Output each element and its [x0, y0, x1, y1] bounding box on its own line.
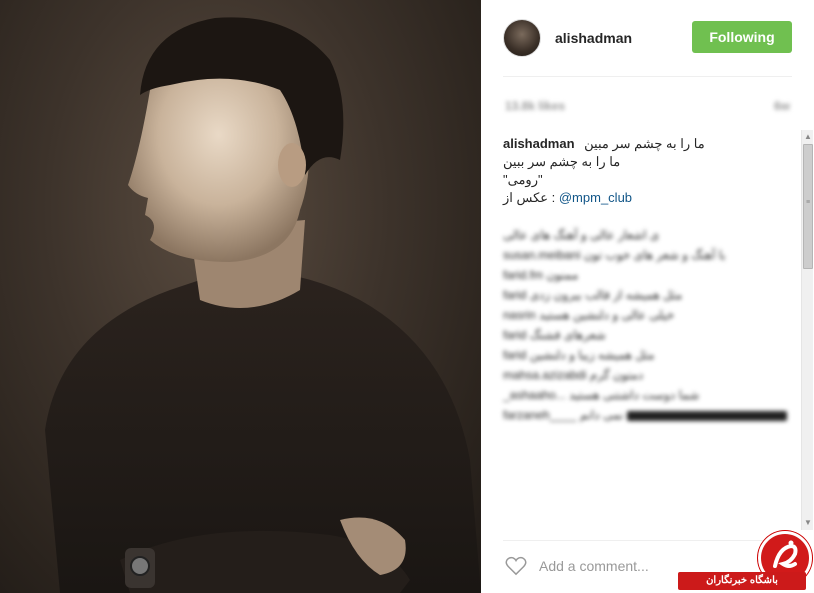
following-button[interactable]: Following: [692, 21, 792, 53]
caption-line-4: عکس از :: [503, 190, 559, 205]
comment-item: _ashaaho... شما دوست داشتنی هستید: [503, 388, 700, 402]
watermark-label: باشگاه خبرنگاران: [678, 572, 806, 590]
comments-scrollbar[interactable]: ▲ ≡ ▼: [801, 130, 813, 530]
comment-item: farid شعرهای قشنگ: [503, 328, 606, 342]
comment-item: farid.fm ممنون: [503, 268, 579, 282]
comment-item: mahsa.azizabdi دمتون گرم: [503, 368, 644, 382]
post-header: alishadman Following: [503, 19, 792, 59]
comment-item: ی اشعار عالی و آهنگ های عالی: [503, 228, 660, 242]
username-link[interactable]: alishadman: [555, 30, 632, 46]
caption-mention-link[interactable]: @mpm_club: [559, 190, 632, 205]
portrait-image: [45, 17, 481, 593]
heart-outline-icon[interactable]: [505, 556, 527, 576]
watermark: باشگاه خبرنگاران: [674, 531, 814, 593]
comment-item: farzaneh____ نمی دانم: [503, 405, 793, 425]
redacted-block: [626, 410, 787, 421]
arrow-up-icon[interactable]: ▲: [802, 130, 814, 144]
comments-list: ی اشعار عالی و آهنگ های عالی susan.meiba…: [503, 225, 793, 425]
caption-username[interactable]: alishadman: [503, 136, 575, 151]
caption-line-1: ما را به چشم سر مبین: [584, 136, 705, 151]
likes-count[interactable]: 13.8k likes: [505, 99, 565, 113]
caption-line-2: ما را به چشم سر ببین: [503, 154, 621, 169]
post-time: 6w: [773, 99, 790, 113]
comment-item: farid مثل همیشه زیبا و دلنشین: [503, 348, 655, 362]
arrow-down-icon[interactable]: ▼: [802, 516, 814, 530]
grip-icon: ≡: [806, 199, 811, 206]
comment-item: nasrin خیلی عالی و دلنشین هستید: [503, 308, 675, 322]
comment-item: susan.meibani با آهنگ و شعر های خوب تون: [503, 248, 726, 262]
post-side-panel: alishadman Following 13.8k likes 6w alis…: [481, 0, 814, 593]
post-photo[interactable]: [0, 0, 481, 593]
scroll-thumb[interactable]: ≡: [803, 144, 813, 269]
post-caption: alishadman ما را به چشم سر مبین ما را به…: [503, 135, 793, 207]
caption-line-3: "رومی": [503, 172, 543, 187]
avatar[interactable]: [503, 19, 541, 57]
post-meta-row: 13.8k likes 6w: [503, 96, 792, 116]
comment-item: farid مثل همیشه از قالب بیرون زدی: [503, 288, 683, 302]
header-divider: [503, 76, 792, 77]
